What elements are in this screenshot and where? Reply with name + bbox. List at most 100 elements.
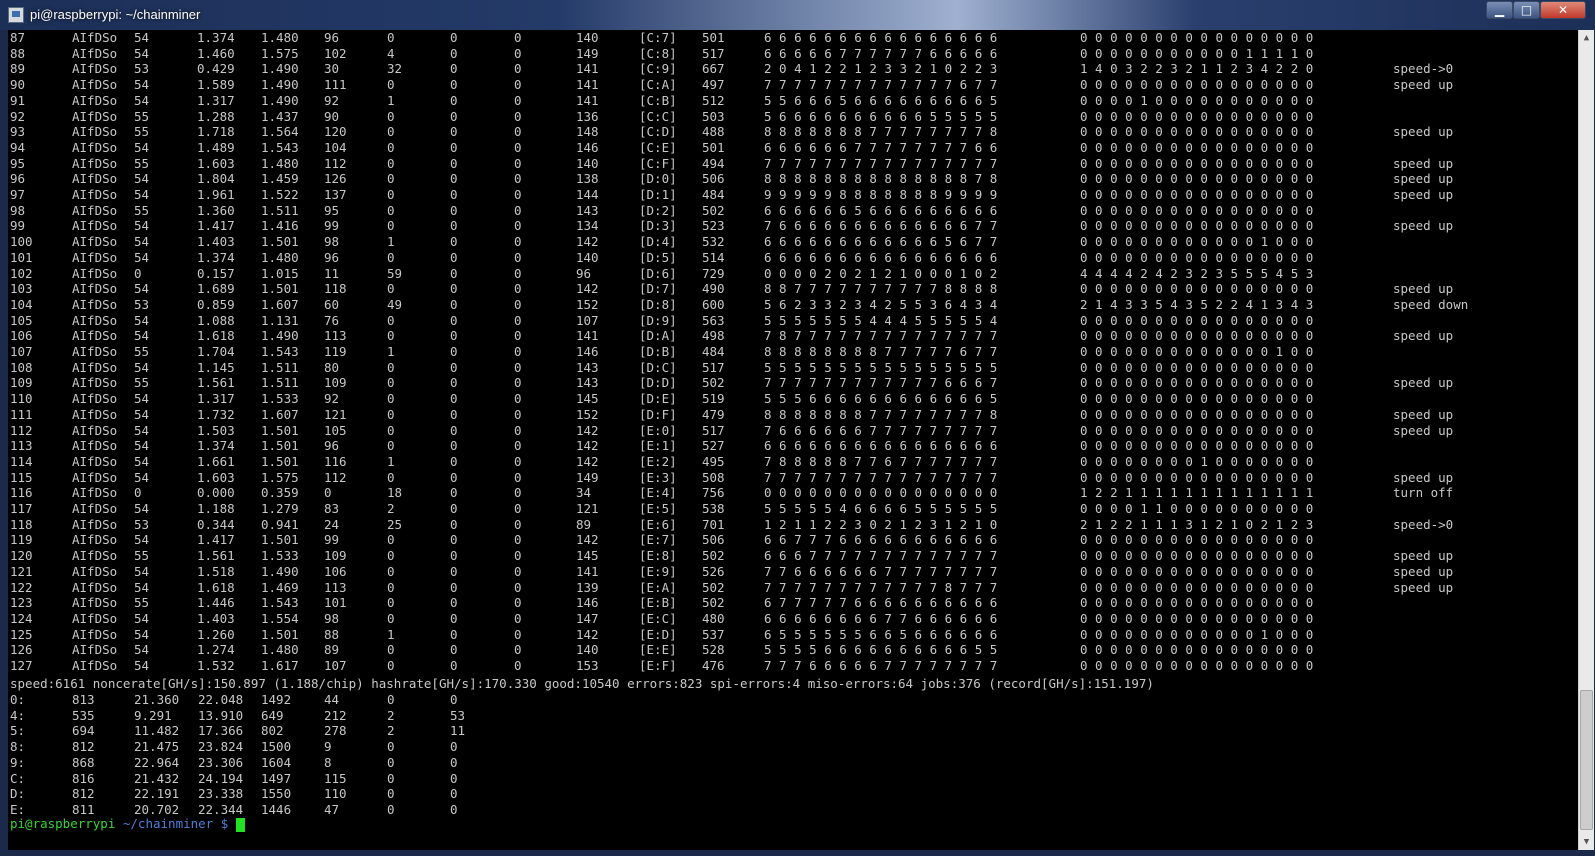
row-cell: 701 bbox=[702, 516, 725, 532]
row-cell: 8 8 8 8 8 8 8 7 7 7 7 7 7 7 7 8 bbox=[764, 406, 998, 422]
row-cell: 1.575 bbox=[261, 45, 299, 61]
board-cell: 2 bbox=[387, 707, 395, 723]
board-cell: 23.306 bbox=[198, 754, 244, 770]
row-cell: speed up bbox=[1393, 579, 1454, 595]
row-cell: 0 bbox=[387, 469, 395, 485]
row-cell: 538 bbox=[702, 501, 725, 516]
row-cell: 111 bbox=[324, 77, 347, 93]
row-cell: 1.460 bbox=[197, 45, 235, 61]
row-cell: 0 bbox=[514, 438, 522, 454]
row-cell: 76 bbox=[324, 312, 340, 328]
row-cell: speed down bbox=[1393, 296, 1469, 312]
board-cell: 2 bbox=[387, 723, 395, 739]
minimize-button[interactable]: ▁ bbox=[1486, 1, 1513, 19]
row-cell: 1 bbox=[387, 453, 395, 469]
row-cell: 1.459 bbox=[261, 171, 299, 187]
row-cell: 0 bbox=[514, 312, 522, 328]
row-cell: AIfDSo bbox=[72, 171, 118, 187]
row-cell: 55 bbox=[134, 344, 150, 359]
row-cell: [E:1] bbox=[639, 438, 677, 454]
row-cell: 0 bbox=[450, 92, 458, 108]
row-cell: 0 bbox=[387, 312, 395, 328]
row-cell: 0 0 0 0 0 0 0 0 0 0 0 0 0 0 0 0 bbox=[1080, 610, 1314, 626]
row-cell: 0 bbox=[450, 187, 458, 202]
row-cell: 502 bbox=[702, 595, 725, 611]
row-cell: [E:3] bbox=[639, 469, 677, 485]
row-cell: AIfDSo bbox=[72, 281, 118, 297]
row-cell: 0 bbox=[450, 218, 458, 234]
row-cell: 54 bbox=[134, 218, 150, 234]
row-cell: 93 bbox=[10, 124, 26, 140]
board-cell: 812 bbox=[72, 739, 95, 755]
maximize-button[interactable]: □ bbox=[1513, 1, 1540, 19]
row-cell: AIfDSo bbox=[72, 359, 118, 375]
row-cell: 501 bbox=[702, 30, 725, 45]
row-cell: 1.564 bbox=[261, 124, 299, 140]
close-button[interactable]: ✕ bbox=[1540, 1, 1586, 19]
row-cell: AIfDSo bbox=[72, 406, 118, 422]
row-cell: 1.490 bbox=[261, 328, 299, 344]
row-cell: 1.543 bbox=[261, 595, 299, 611]
row-cell: 24 bbox=[324, 516, 340, 532]
row-cell: 55 bbox=[134, 375, 150, 391]
board-cell: D: bbox=[10, 786, 26, 802]
row-cell: 5 5 5 5 5 5 5 5 5 5 5 5 5 5 5 5 bbox=[764, 359, 998, 375]
row-cell: 119 bbox=[324, 344, 347, 359]
row-cell: 0 bbox=[450, 406, 458, 422]
row-cell: 0 0 0 0 2 0 2 1 2 1 0 0 0 1 0 2 bbox=[764, 265, 998, 281]
row-cell: 54 bbox=[134, 234, 150, 250]
row-cell: 54 bbox=[134, 30, 150, 45]
title-bar[interactable]: pi@raspberrypi: ~/chainminer ▁ □ ✕ bbox=[0, 0, 1595, 30]
shell-prompt[interactable]: pi@raspberrypi ~/chainminer $ bbox=[10, 816, 245, 832]
row-cell: speed up bbox=[1393, 124, 1454, 140]
scrollbar-thumb[interactable] bbox=[1580, 690, 1593, 830]
row-cell: 137 bbox=[324, 187, 347, 202]
row-cell: 144 bbox=[576, 187, 599, 202]
row-cell: 1.489 bbox=[197, 139, 235, 155]
row-cell: AIfDSo bbox=[72, 626, 118, 642]
row-cell: 0 bbox=[514, 485, 522, 501]
row-cell: 54 bbox=[134, 359, 150, 375]
row-cell: 526 bbox=[702, 563, 725, 579]
row-cell: 116 bbox=[324, 453, 347, 469]
row-cell: 0 bbox=[387, 155, 395, 171]
row-cell: 18 bbox=[387, 485, 403, 501]
row-cell: 55 bbox=[134, 124, 150, 140]
row-cell: 0 bbox=[387, 563, 395, 579]
row-cell: 1.501 bbox=[261, 422, 299, 438]
row-cell: 0 bbox=[514, 124, 522, 140]
row-cell: [D:8] bbox=[639, 296, 677, 312]
row-cell: 92 bbox=[10, 108, 26, 124]
row-cell: 1.446 bbox=[197, 595, 235, 611]
row-cell: 54 bbox=[134, 626, 150, 642]
scroll-down-arrow-icon[interactable]: ▼ bbox=[1579, 834, 1594, 850]
row-cell: 1.543 bbox=[261, 344, 299, 359]
row-cell: 112 bbox=[10, 422, 33, 438]
vertical-scrollbar[interactable]: ▲ ▼ bbox=[1578, 30, 1594, 850]
row-cell: 0 0 0 0 0 0 0 0 0 0 0 0 1 0 0 0 bbox=[1080, 234, 1314, 250]
terminal-output[interactable]: 87 AIfDSo 54 1.374 1.480 96 0 0 0 140 [C:7] 501 6 6 … bbox=[8, 30, 1578, 850]
row-cell: 0 bbox=[514, 296, 522, 312]
row-cell: 145 bbox=[576, 548, 599, 564]
row-cell: 0 bbox=[134, 485, 142, 501]
row-cell: 100 bbox=[10, 234, 33, 250]
row-cell: 126 bbox=[10, 642, 33, 658]
row-cell: 0 bbox=[450, 281, 458, 297]
row-cell: speed up bbox=[1393, 469, 1454, 485]
row-cell: 0 0 0 0 0 0 0 0 0 0 0 0 0 0 0 0 bbox=[1080, 328, 1314, 344]
row-cell: 0 0 0 0 0 0 0 0 0 0 0 0 0 0 0 0 bbox=[1080, 642, 1314, 658]
row-cell: 0 bbox=[450, 501, 458, 516]
board-cell: 8 bbox=[324, 754, 332, 770]
row-cell: 141 bbox=[576, 328, 599, 344]
row-cell: 111 bbox=[10, 406, 33, 422]
row-cell: 49 bbox=[387, 296, 403, 312]
row-cell: 54 bbox=[134, 187, 150, 202]
putty-icon[interactable] bbox=[8, 7, 24, 23]
row-cell: 6 6 6 6 6 6 6 6 6 6 6 6 6 6 6 6 bbox=[764, 30, 998, 45]
board-cell: 212 bbox=[324, 707, 347, 723]
row-cell: [C:8] bbox=[639, 45, 677, 61]
scroll-up-arrow-icon[interactable]: ▲ bbox=[1579, 30, 1594, 46]
row-cell: 517 bbox=[702, 45, 725, 61]
row-cell: 0 bbox=[387, 108, 395, 124]
row-cell: [C:E] bbox=[639, 139, 677, 155]
